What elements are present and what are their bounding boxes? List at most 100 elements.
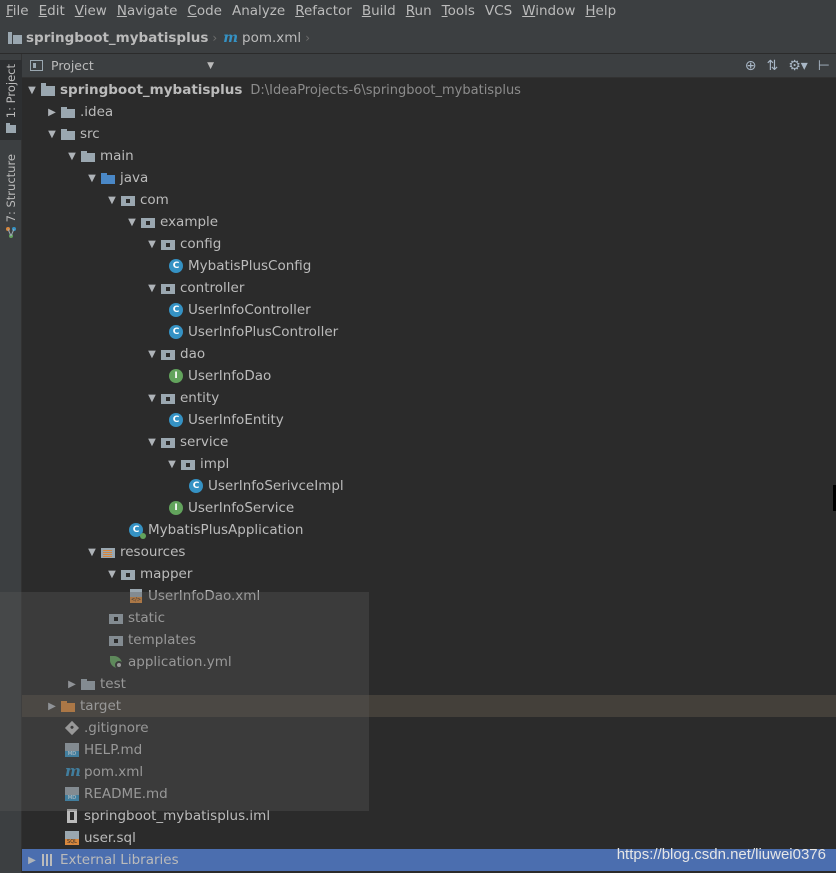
tree-node-entity[interactable]: ▼ entity [22, 387, 836, 409]
tree-node-user-info-service-impl[interactable]: C UserInfoSerivceImpl [22, 475, 836, 497]
expanded-arrow-icon[interactable]: ▼ [124, 217, 140, 228]
tree-node-service[interactable]: ▼ service [22, 431, 836, 453]
expanded-arrow-icon[interactable]: ▼ [164, 459, 180, 470]
tree-node-config[interactable]: ▼ config [22, 233, 836, 255]
tree-node-resources[interactable]: ▼ resources [22, 541, 836, 563]
tree-node-main[interactable]: ▼ main [22, 145, 836, 167]
expanded-arrow-icon[interactable]: ▼ [64, 151, 80, 162]
tree-node-label: springboot_mybatisplus.iml [84, 808, 271, 824]
collapsed-arrow-icon[interactable]: ▶ [24, 855, 40, 866]
tree-node-label: target [80, 698, 122, 714]
markdown-file-icon [64, 742, 80, 758]
expanded-arrow-icon[interactable]: ▼ [104, 569, 120, 580]
tree-node-pom-xml[interactable]: m pom.xml [22, 761, 836, 783]
collapsed-arrow-icon[interactable]: ▶ [44, 701, 60, 712]
tree-node-com[interactable]: ▼ com [22, 189, 836, 211]
project-tree: ▼ springboot_mybatisplus D:\IdeaProjects… [22, 79, 836, 873]
tree-node-readme-md[interactable]: README.md [22, 783, 836, 805]
tree-node-gitignore[interactable]: .gitignore [22, 717, 836, 739]
tree-node-user-info-dao-xml[interactable]: UserInfoDao.xml [22, 585, 836, 607]
tree-node-user-info-dao[interactable]: I UserInfoDao [22, 365, 836, 387]
breadcrumb-file[interactable]: m pom.xml [223, 30, 301, 46]
tree-node-application-yml[interactable]: application.yml [22, 651, 836, 673]
menu-view[interactable]: View [71, 0, 111, 22]
interface-icon: I [168, 368, 184, 384]
tree-node-root[interactable]: ▼ springboot_mybatisplus D:\IdeaProjects… [22, 79, 836, 101]
expanded-arrow-icon[interactable]: ▼ [144, 283, 160, 294]
folder-icon [120, 566, 136, 582]
tree-node-example[interactable]: ▼ example [22, 211, 836, 233]
tree-node-user-info-controller[interactable]: C UserInfoController [22, 299, 836, 321]
resources-folder-icon [100, 544, 116, 560]
menu-vcs[interactable]: VCS [481, 0, 516, 22]
tree-node-label: com [140, 192, 169, 208]
expanded-arrow-icon[interactable]: ▼ [84, 173, 100, 184]
expanded-arrow-icon[interactable]: ▼ [144, 239, 160, 250]
spring-boot-class-icon: C [128, 522, 146, 539]
gear-icon[interactable]: ⚙▾ [788, 56, 808, 76]
collapsed-arrow-icon[interactable]: ▶ [44, 107, 60, 118]
menu-refactor[interactable]: Refactor [291, 0, 356, 22]
menu-navigate[interactable]: Navigate [113, 0, 182, 22]
expanded-arrow-icon[interactable]: ▼ [144, 437, 160, 448]
breadcrumb: springboot_mybatisplus › m pom.xml › [0, 22, 836, 54]
tab-structure-label: 7: Structure [4, 154, 18, 223]
tree-node-path: D:\IdeaProjects-6\springboot_mybatisplus [250, 82, 521, 98]
class-icon: C [168, 412, 184, 428]
tree-node-help-md[interactable]: HELP.md [22, 739, 836, 761]
menu-file[interactable]: File [2, 0, 33, 22]
tree-node-label: External Libraries [60, 852, 179, 868]
class-icon: C [168, 302, 184, 318]
tree-node-user-info-service[interactable]: I UserInfoService [22, 497, 836, 519]
tree-node-dao[interactable]: ▼ dao [22, 343, 836, 365]
tree-node-java[interactable]: ▼ java [22, 167, 836, 189]
menu-analyze[interactable]: Analyze [228, 0, 289, 22]
package-icon [160, 390, 176, 406]
tree-node-controller[interactable]: ▼ controller [22, 277, 836, 299]
menu-window[interactable]: Window [518, 0, 579, 22]
breadcrumb-project[interactable]: springboot_mybatisplus [8, 30, 208, 46]
menu-build[interactable]: Build [358, 0, 400, 22]
tree-node-iml[interactable]: springboot_mybatisplus.iml [22, 805, 836, 827]
tab-structure[interactable]: 7: Structure [0, 150, 22, 242]
expanded-arrow-icon[interactable]: ▼ [84, 547, 100, 558]
expanded-arrow-icon[interactable]: ▼ [144, 349, 160, 360]
expanded-arrow-icon[interactable]: ▼ [44, 129, 60, 140]
folder-icon [108, 610, 124, 626]
collapsed-arrow-icon[interactable]: ▶ [64, 679, 80, 690]
view-mode-dropdown[interactable]: Project ▼ [30, 56, 214, 76]
expanded-arrow-icon[interactable]: ▼ [24, 85, 40, 96]
menu-run[interactable]: Run [402, 0, 436, 22]
interface-icon: I [168, 500, 184, 516]
tree-node-label: MybatisPlusApplication [148, 522, 304, 538]
tree-node-user-info-entity[interactable]: C UserInfoEntity [22, 409, 836, 431]
tree-node-user-info-plus-controller[interactable]: C UserInfoPlusController [22, 321, 836, 343]
package-icon [160, 346, 176, 362]
folder-icon [108, 632, 124, 648]
tree-node-label: .gitignore [84, 720, 149, 736]
tree-node-label: resources [120, 544, 186, 560]
hide-icon[interactable]: ⊢ [818, 56, 830, 76]
menu-edit[interactable]: Edit [35, 0, 69, 22]
collapse-all-icon[interactable]: ⇅ [766, 56, 778, 76]
tree-node-mapper[interactable]: ▼ mapper [22, 563, 836, 585]
expanded-arrow-icon[interactable]: ▼ [144, 393, 160, 404]
tree-node-target[interactable]: ▶ target [22, 695, 836, 717]
menu-help[interactable]: Help [581, 0, 620, 22]
tree-node-label: HELP.md [84, 742, 143, 758]
tree-node-idea[interactable]: ▶ .idea [22, 101, 836, 123]
tree-node-test[interactable]: ▶ test [22, 673, 836, 695]
tree-node-static[interactable]: static [22, 607, 836, 629]
tree-node-mybatis-plus-config[interactable]: C MybatisPlusConfig [22, 255, 836, 277]
class-icon: C [188, 478, 204, 494]
tree-node-mybatis-plus-application[interactable]: C MybatisPlusApplication [22, 519, 836, 541]
tab-project[interactable]: 1: Project [0, 60, 22, 141]
tree-node-templates[interactable]: templates [22, 629, 836, 651]
tree-node-impl[interactable]: ▼ impl [22, 453, 836, 475]
tree-node-src[interactable]: ▼ src [22, 123, 836, 145]
expanded-arrow-icon[interactable]: ▼ [104, 195, 120, 206]
menu-code[interactable]: Code [183, 0, 226, 22]
tree-node-label: main [100, 148, 134, 164]
menu-tools[interactable]: Tools [438, 0, 479, 22]
locate-icon[interactable]: ⊕ [745, 56, 757, 76]
